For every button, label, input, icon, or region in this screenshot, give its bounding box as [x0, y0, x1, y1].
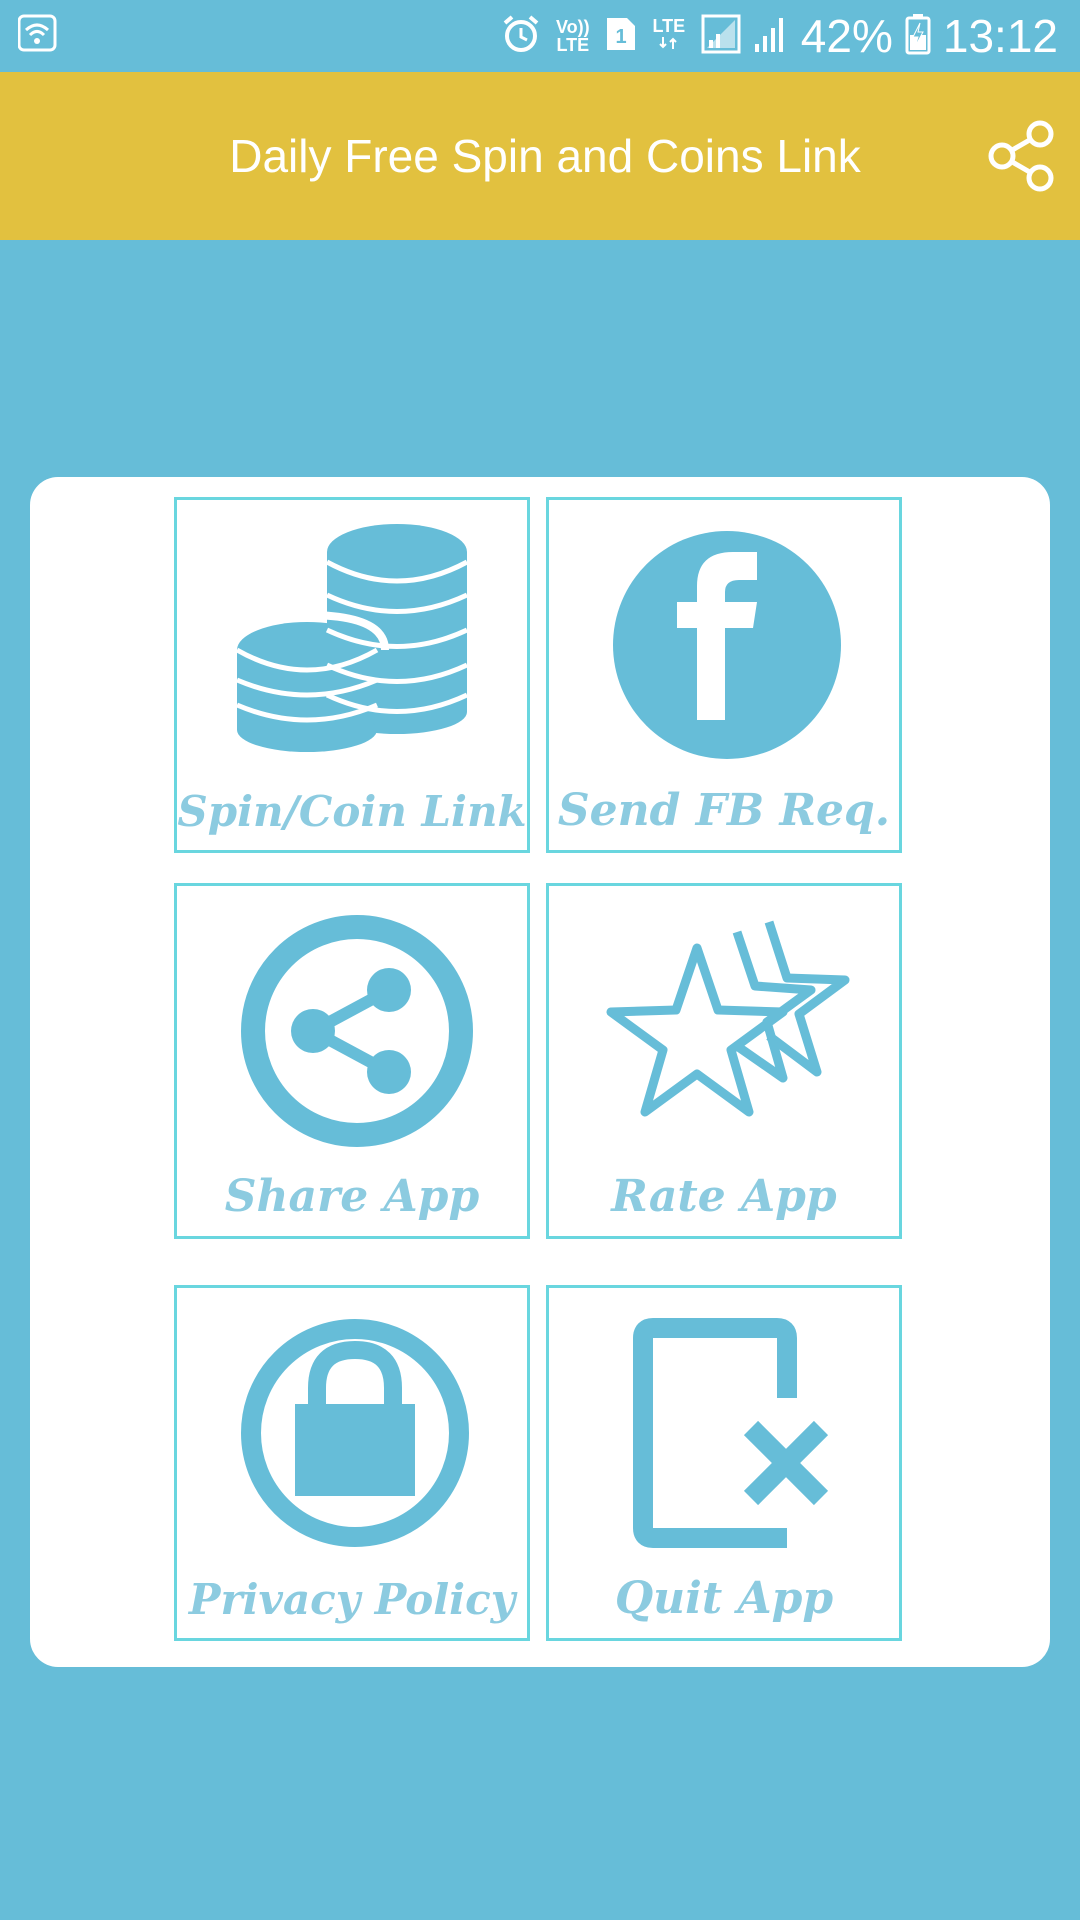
app-bar: Daily Free Spin and Coins Link	[0, 72, 1080, 240]
status-bar: Vo)) LTE 1 LTE 42% 13:12	[0, 0, 1080, 72]
signal-sim1-icon	[701, 14, 741, 59]
share-app-button[interactable]: Share App	[174, 883, 530, 1239]
app-title: Daily Free Spin and Coins Link	[229, 130, 861, 182]
lte-data-indicator: LTE	[649, 17, 689, 56]
data-arrows-icon	[659, 36, 677, 49]
sim-slot-icon: 1	[605, 16, 637, 57]
rate-app-button[interactable]: Rate App	[546, 883, 902, 1239]
quit-app-button[interactable]: Quit App	[546, 1285, 902, 1641]
tile-label: Privacy Policy	[188, 1575, 516, 1624]
menu-card: Spin/Coin Link Send FB Req. Share App Ra…	[30, 477, 1050, 1667]
tile-label: Rate App	[611, 1171, 837, 1222]
lte-label: LTE	[652, 15, 686, 36]
volte-indicator: Vo)) LTE	[553, 18, 593, 54]
volte-lte-label: LTE	[556, 35, 590, 55]
signal-sim2-icon	[753, 14, 789, 59]
volte-label: Vo))	[555, 17, 590, 37]
wifi-icon	[17, 14, 58, 54]
spin-coin-link-button[interactable]: Spin/Coin Link	[174, 497, 530, 853]
tile-label: Quit App	[614, 1573, 834, 1624]
alarm-icon	[501, 14, 541, 59]
send-fb-request-button[interactable]: Send FB Req.	[546, 497, 902, 853]
tile-label: Spin/Coin Link	[177, 787, 527, 836]
clock-time: 13:12	[942, 10, 1058, 62]
tile-label: Send FB Req.	[557, 785, 891, 836]
battery-percent: 42%	[800, 10, 893, 62]
tile-label: Share App	[224, 1171, 480, 1222]
sim-slot-number: 1	[615, 26, 626, 48]
share-icon[interactable]	[984, 118, 1060, 194]
privacy-policy-button[interactable]: Privacy Policy	[174, 1285, 530, 1641]
battery-charging-icon	[905, 13, 931, 60]
